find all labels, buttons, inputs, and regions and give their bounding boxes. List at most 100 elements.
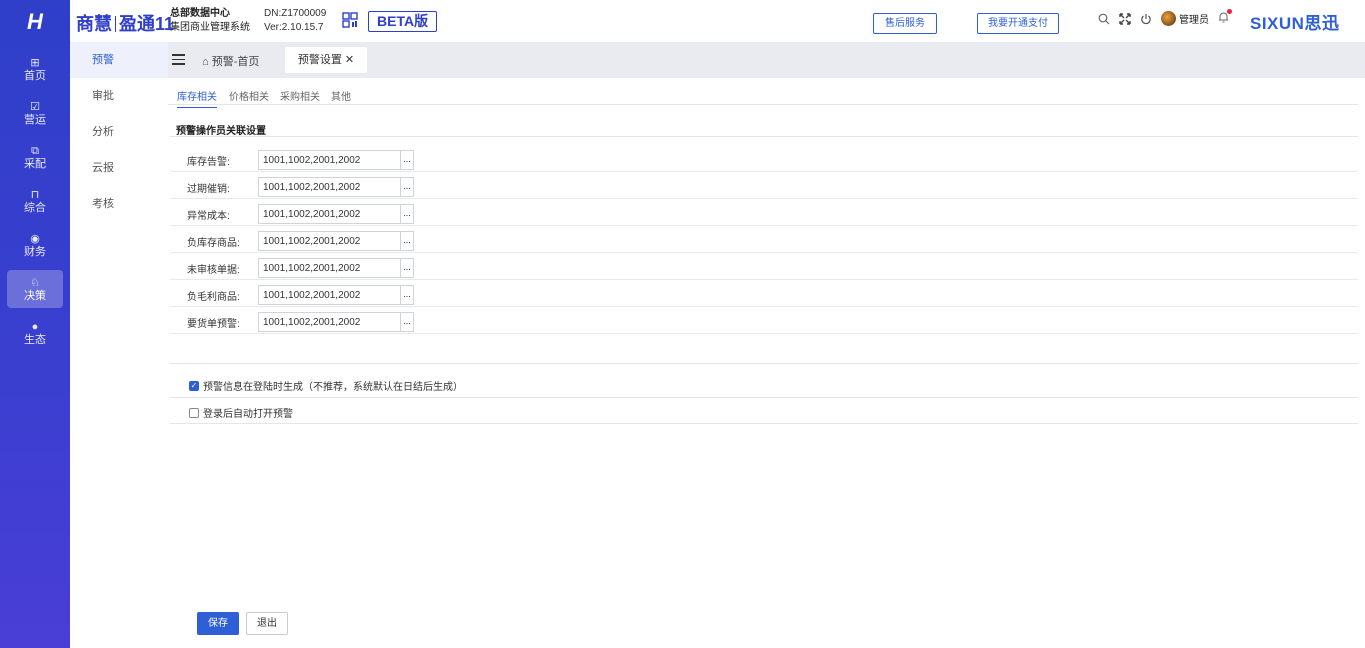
truck-icon: ⧉ xyxy=(31,144,39,157)
subtab-inventory[interactable]: 库存相关 xyxy=(177,88,217,108)
more-button[interactable]: ... xyxy=(400,231,414,251)
form-row-stock-alert: 库存告警: ... xyxy=(170,145,1358,172)
settings-subtabs: 库存相关 价格相关 采购相关 其他 xyxy=(168,80,1358,108)
rail-item-decision[interactable]: ♘ 决策 xyxy=(7,270,63,308)
checkbox-checked[interactable]: ✓ xyxy=(189,380,199,391)
field-label: 负库存商品: xyxy=(187,238,240,249)
subtab-purchase[interactable]: 采购相关 xyxy=(280,88,320,103)
close-icon[interactable]: ✕ xyxy=(345,54,354,66)
submenu-item-approval[interactable]: 审批 xyxy=(70,78,168,114)
rail-item-general[interactable]: ⊓ 综合 xyxy=(7,182,63,220)
search-icon[interactable] xyxy=(1098,13,1110,25)
submenu-item-cloud-report[interactable]: 云报 xyxy=(70,150,168,186)
org-system: 集团商业管理系统 xyxy=(170,22,250,33)
rail-item-finance[interactable]: ◉ 财务 xyxy=(7,226,63,264)
option-generate-on-login[interactable]: ✓ 预警信息在登陆时生成（不推荐，系统默认在日结后生成） xyxy=(189,378,463,393)
rail-item-label: 决策 xyxy=(24,289,46,302)
version-number: Ver:2.10.15.7 xyxy=(264,22,324,33)
tab-alert-settings[interactable]: 预警设置 ✕ xyxy=(285,47,367,73)
decision-icon: ♘ xyxy=(30,276,40,289)
section-title: 预警操作员关联设置 xyxy=(176,126,266,137)
rail-item-operations[interactable]: ☑ 营运 xyxy=(7,94,63,132)
qr-code-icon[interactable] xyxy=(342,12,358,28)
user-name[interactable]: 管理员 xyxy=(1179,11,1209,26)
dn-number: DN:Z1700009 xyxy=(264,8,327,19)
submenu-item-analysis[interactable]: 分析 xyxy=(70,114,168,150)
grid-icon: ⊞ xyxy=(30,56,40,69)
more-button[interactable]: ... xyxy=(400,258,414,278)
enable-payment-button[interactable]: 我要开通支付 xyxy=(977,13,1059,34)
field-label: 异常成本: xyxy=(187,211,230,222)
submenu-item-alert[interactable]: 预警 xyxy=(70,42,168,78)
rail-item-label: 综合 xyxy=(24,201,46,214)
more-button[interactable]: ... xyxy=(400,285,414,305)
form-row-unapproved-docs: 未审核单据: ... xyxy=(170,253,1358,280)
submenu-item-assessment[interactable]: 考核 xyxy=(70,186,168,222)
secondary-menu: 预警 审批 分析 云报 考核 xyxy=(70,42,168,648)
brand-left: 商慧 xyxy=(76,14,112,34)
field-label: 未审核单据: xyxy=(187,265,240,276)
operator-field[interactable] xyxy=(258,204,413,224)
app-logo[interactable]: H xyxy=(0,0,70,44)
more-button[interactable]: ... xyxy=(400,177,414,197)
tab-alert-home[interactable]: ⌂ 预警-首页 xyxy=(202,53,259,69)
user-avatar[interactable] xyxy=(1161,11,1176,26)
more-button[interactable]: ... xyxy=(400,312,414,332)
field-label: 要货单预警: xyxy=(187,319,240,330)
operator-field[interactable] xyxy=(258,285,413,305)
form-row-negative-stock: 负库存商品: ... xyxy=(170,226,1358,253)
rail-item-home[interactable]: ⊞ 首页 xyxy=(7,50,63,88)
tab-home-label: 预警-首页 xyxy=(211,56,260,68)
rail-item-purchase[interactable]: ⧉ 采配 xyxy=(7,138,63,176)
after-sales-service-button[interactable]: 售后服务 xyxy=(873,13,937,34)
field-label: 库存告警: xyxy=(187,157,230,168)
operator-field[interactable] xyxy=(258,312,413,332)
home-icon: ⌂ xyxy=(202,56,212,68)
operator-field[interactable] xyxy=(258,231,413,251)
divider xyxy=(170,136,1358,137)
vendor-logo: SIXUN思迅 xyxy=(1250,14,1340,33)
save-button[interactable]: 保存 xyxy=(197,612,239,635)
brand-divider xyxy=(115,16,116,32)
rail-item-label: 财务 xyxy=(24,245,46,258)
rail-item-label: 首页 xyxy=(24,69,46,82)
left-nav-rail: H ⊞ 首页 ☑ 营运 ⧉ 采配 ⊓ 综合 ◉ 财务 ♘ 决策 ● 生态 xyxy=(0,0,70,648)
operator-field[interactable] xyxy=(258,177,413,197)
menu-toggle-icon[interactable] xyxy=(172,54,185,65)
org-name: 总部数据中心 xyxy=(170,8,230,19)
option-auto-open-alert[interactable]: 登录后自动打开预警 xyxy=(189,405,293,420)
rail-item-ecosystem[interactable]: ● 生态 xyxy=(7,314,63,352)
option-label: 登录后自动打开预警 xyxy=(203,409,293,420)
org-info: 总部数据中心 集团商业管理系统 xyxy=(170,7,250,35)
device-info: DN:Z1700009 Ver:2.10.15.7 xyxy=(264,7,326,35)
divider xyxy=(170,423,1358,424)
rail-item-label: 采配 xyxy=(24,157,46,170)
more-button[interactable]: ... xyxy=(400,204,414,224)
brand-name: 商慧 盈通11 xyxy=(76,10,174,36)
subtab-price[interactable]: 价格相关 xyxy=(229,88,269,103)
form-row-negative-margin: 负毛利商品: ... xyxy=(170,280,1358,307)
checkbox-unchecked[interactable] xyxy=(189,407,199,418)
option-label: 预警信息在登陆时生成（不推荐，系统默认在日结后生成） xyxy=(203,382,463,393)
rail-item-label: 生态 xyxy=(24,333,46,346)
operator-field[interactable] xyxy=(258,150,413,170)
operator-field[interactable] xyxy=(258,258,413,278)
divider xyxy=(170,397,1358,398)
more-button[interactable]: ... xyxy=(400,150,414,170)
field-label: 负毛利商品: xyxy=(187,292,240,303)
divider xyxy=(170,363,1358,364)
exit-button[interactable]: 退出 xyxy=(246,612,288,635)
bag-icon: ⊓ xyxy=(30,188,40,201)
beta-badge: BETA版 xyxy=(368,11,438,32)
power-icon[interactable] xyxy=(1140,13,1152,25)
subtab-other[interactable]: 其他 xyxy=(331,88,351,103)
notification-dot xyxy=(1227,9,1232,14)
circle-icon: ● xyxy=(31,320,39,333)
header-toolbar: 管理员 xyxy=(1098,9,1232,26)
rail-item-label: 营运 xyxy=(24,113,46,126)
form-row-abnormal-cost: 异常成本: ... xyxy=(170,199,1358,226)
fullscreen-icon[interactable] xyxy=(1119,12,1131,25)
bell-icon[interactable] xyxy=(1218,9,1232,26)
field-label: 过期催销: xyxy=(187,184,230,195)
coin-icon: ◉ xyxy=(30,232,40,245)
